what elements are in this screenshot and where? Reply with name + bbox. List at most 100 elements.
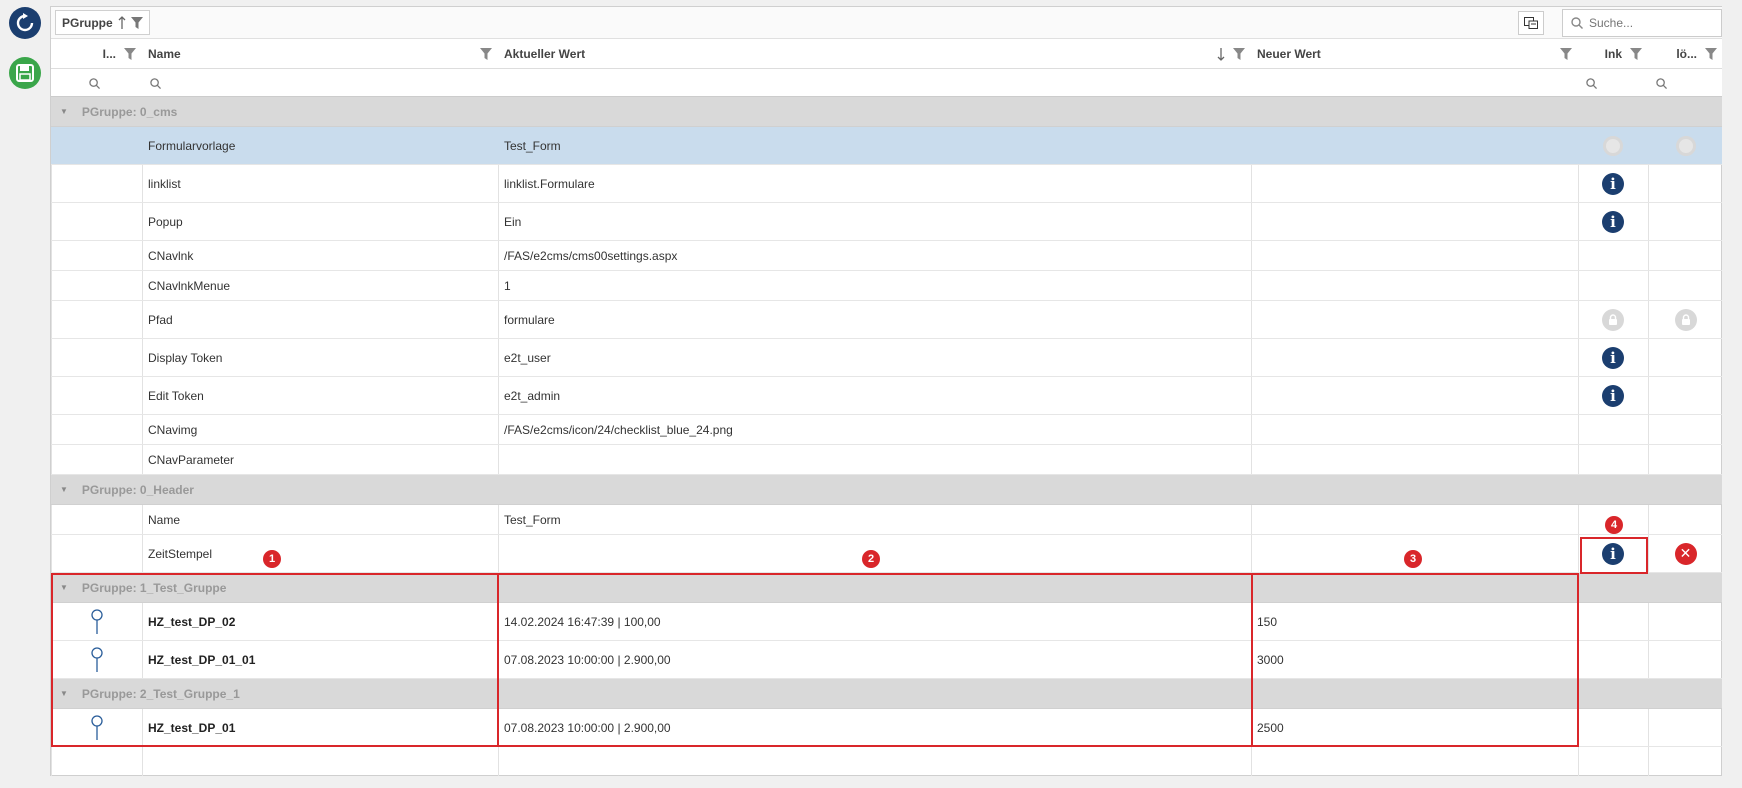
sort-desc-icon[interactable] — [1217, 47, 1225, 61]
table-row[interactable]: HZ_test_DP_01 07.08.2023 10:00:00 | 2.90… — [51, 709, 1723, 747]
cell-name: ZeitStempel — [148, 546, 213, 561]
info-icon[interactable]: i — [1602, 384, 1624, 407]
save-button[interactable] — [9, 57, 41, 89]
filter-icon[interactable] — [1630, 47, 1642, 60]
table-row[interactable]: Name Test_Form — [51, 505, 1723, 535]
group-title: PGruppe: 2_Test_Gruppe_1 — [81, 686, 240, 701]
info-icon[interactable]: i — [1602, 172, 1624, 195]
table-row[interactable]: HZ_test_DP_02 14.02.2024 16:47:39 | 100,… — [51, 603, 1723, 641]
collapse-chevron-icon[interactable]: ▼ — [60, 689, 68, 698]
lock-icon — [1674, 308, 1697, 331]
table-row[interactable]: Pfad formulare — [51, 301, 1723, 339]
cell-current-value: formulare — [504, 312, 555, 327]
annotation-badge-2: 2 — [862, 550, 880, 568]
cell-new-value[interactable]: 3000 — [1251, 641, 1578, 678]
info-icon[interactable]: i — [1602, 210, 1624, 233]
filter-row — [51, 69, 1723, 97]
table-row[interactable]: Display Token e2t_user i — [51, 339, 1723, 377]
refresh-button[interactable] — [9, 7, 41, 39]
annotation-badge-1: 1 — [263, 550, 281, 568]
filter-icon[interactable] — [1560, 47, 1572, 60]
collapse-chevron-icon[interactable]: ▼ — [60, 583, 68, 592]
filter-icon[interactable] — [124, 47, 136, 60]
search-icon — [89, 77, 100, 89]
filter-ink-search[interactable] — [1578, 69, 1597, 97]
pin-icon — [90, 608, 103, 634]
cell-new-value[interactable]: 150 — [1251, 603, 1578, 640]
cell-new-value[interactable]: 2500 — [1251, 709, 1578, 746]
cell-new-value[interactable] — [1251, 203, 1578, 240]
table-row[interactable]: Edit Token e2t_admin i — [51, 377, 1723, 415]
cell-name: CNavimg — [148, 422, 198, 437]
sort-asc-icon[interactable] — [118, 15, 126, 30]
cell-name: HZ_test_DP_01_01 — [148, 652, 256, 667]
cell-new-value[interactable] — [1251, 339, 1578, 376]
cell-current-value: 1 — [504, 278, 511, 293]
search-box[interactable] — [1562, 9, 1722, 37]
filter-icon[interactable] — [130, 16, 143, 29]
table-row[interactable]: Formularvorlage Test_Form — [51, 127, 1723, 165]
column-header-ink[interactable]: Ink — [1578, 39, 1648, 69]
group-chip-pgruppe[interactable]: PGruppe — [55, 10, 150, 35]
column-header-name[interactable]: Name — [142, 39, 498, 69]
cell-new-value[interactable] — [1251, 415, 1578, 444]
group-row[interactable]: ▼ PGruppe: 2_Test_Gruppe_1 — [51, 679, 1723, 709]
filter-id-search[interactable] — [81, 69, 100, 97]
column-header-delete[interactable]: lö... — [1648, 39, 1723, 69]
column-chooser-button[interactable] — [1518, 11, 1544, 35]
info-icon[interactable]: i — [1602, 346, 1624, 369]
table-row[interactable]: HZ_test_DP_01_01 07.08.2023 10:00:00 | 2… — [51, 641, 1723, 679]
refresh-icon — [16, 13, 34, 32]
cell-new-value[interactable] — [1251, 127, 1578, 164]
column-header-new-value[interactable]: Neuer Wert — [1251, 39, 1578, 69]
cell-name: Display Token — [148, 350, 223, 365]
delete-icon[interactable]: ✕ — [1674, 542, 1697, 565]
cell-name: CNavlnk — [148, 248, 194, 263]
search-icon — [150, 77, 161, 89]
table-row[interactable]: linklist linklist.Formulare i — [51, 165, 1723, 203]
cell-new-value[interactable] — [1251, 165, 1578, 202]
save-icon — [16, 64, 34, 82]
cell-new-value[interactable] — [1251, 241, 1578, 270]
table-row[interactable]: CNavParameter — [51, 445, 1723, 475]
column-header-current-value[interactable]: Aktueller Wert — [498, 39, 1251, 69]
info-icon-disabled — [1603, 135, 1623, 156]
table-row[interactable]: CNavlnkMenue 1 — [51, 271, 1723, 301]
cell-new-value[interactable] — [1251, 505, 1578, 534]
info-icon[interactable]: i — [1602, 542, 1624, 565]
search-input[interactable] — [1589, 16, 1709, 30]
column-chooser-icon — [1524, 17, 1538, 29]
collapse-chevron-icon[interactable]: ▼ — [60, 107, 68, 116]
cell-new-value[interactable] — [1251, 301, 1578, 338]
cell-current-value: /FAS/e2cms/cms00settings.aspx — [504, 248, 678, 263]
table-row[interactable]: CNavlnk /FAS/e2cms/cms00settings.aspx — [51, 241, 1723, 271]
table-row[interactable]: CNavimg /FAS/e2cms/icon/24/checklist_blu… — [51, 415, 1723, 445]
table-row[interactable]: Popup Ein i — [51, 203, 1723, 241]
group-title: PGruppe: 0_cms — [81, 104, 178, 119]
cell-new-value[interactable] — [1251, 445, 1578, 474]
search-icon — [1571, 17, 1583, 29]
main-panel: PGruppe I... Name Aktueller Wert — [50, 6, 1723, 776]
group-row[interactable]: ▼ PGruppe: 0_Header — [51, 475, 1723, 505]
group-chip-label: PGruppe — [62, 15, 113, 30]
column-header-id[interactable]: I... — [51, 39, 142, 69]
cell-name: HZ_test_DP_02 — [148, 614, 236, 629]
lock-icon — [1602, 308, 1624, 331]
cell-name: Popup — [148, 214, 183, 229]
group-row[interactable]: ▼ PGruppe: 0_cms — [51, 97, 1723, 127]
filter-icon[interactable] — [1705, 47, 1717, 60]
collapse-chevron-icon[interactable]: ▼ — [60, 485, 68, 494]
column-header-id-label: I... — [102, 46, 116, 61]
filter-icon[interactable] — [480, 47, 492, 60]
table-row[interactable]: ZeitStempel i ✕ — [51, 535, 1723, 573]
cell-current-value: 14.02.2024 16:47:39 | 100,00 — [504, 614, 661, 629]
cell-name: Edit Token — [148, 388, 204, 403]
filter-name-search[interactable] — [142, 69, 161, 97]
cell-current-value: 07.08.2023 10:00:00 | 2.900,00 — [504, 720, 671, 735]
cell-name: HZ_test_DP_01 — [148, 720, 236, 735]
filter-delete-search[interactable] — [1648, 69, 1667, 97]
cell-new-value[interactable] — [1251, 377, 1578, 414]
cell-new-value[interactable] — [1251, 271, 1578, 300]
filter-icon[interactable] — [1233, 47, 1245, 60]
group-row[interactable]: ▼ PGruppe: 1_Test_Gruppe — [51, 573, 1723, 603]
